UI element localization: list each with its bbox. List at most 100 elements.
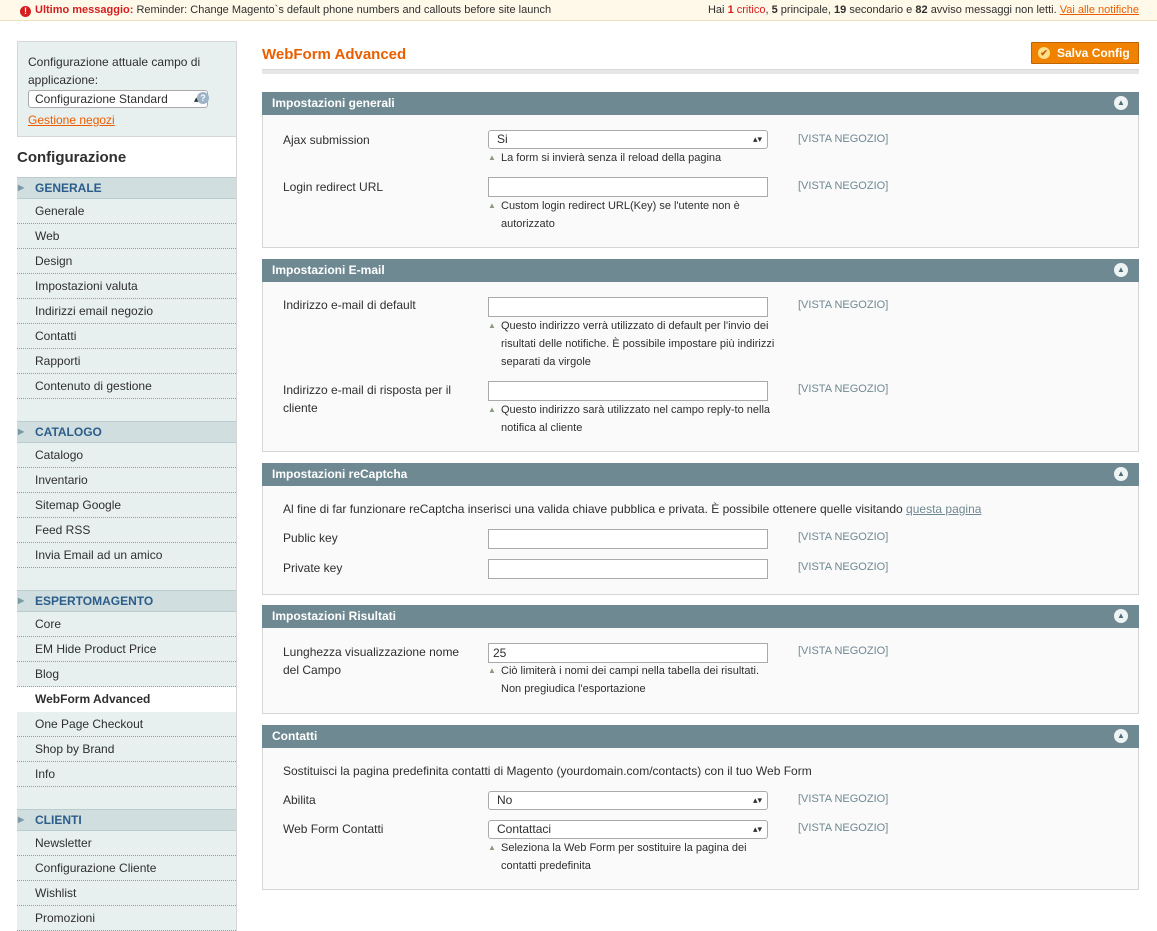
fieldset-header[interactable]: Impostazioni generali ▲ bbox=[262, 92, 1139, 115]
scope-select[interactable]: Configurazione Standard ▴▾ bbox=[28, 90, 208, 108]
public-key-input[interactable] bbox=[488, 529, 768, 549]
scope-badge: [VISTA NEGOZIO] bbox=[798, 793, 889, 805]
sidebar-title: Configurazione bbox=[17, 137, 237, 177]
reply-email-input[interactable] bbox=[488, 381, 768, 401]
nav-item-reports[interactable]: Rapporti bbox=[17, 349, 236, 374]
default-email-note-text: Questo indirizzo verrà utilizzato di def… bbox=[501, 320, 775, 368]
recaptcha-page-link[interactable]: questa pagina bbox=[906, 502, 981, 516]
login-redirect-label: Login redirect URL bbox=[283, 180, 384, 194]
nav-item-inventory[interactable]: Inventario bbox=[17, 468, 236, 493]
expand-triangle-icon: ▶ bbox=[18, 596, 25, 605]
save-config-button[interactable]: ✔ Salva Config bbox=[1031, 42, 1139, 64]
scope-badge: [VISTA NEGOZIO] bbox=[798, 822, 889, 834]
collapse-icon[interactable]: ▲ bbox=[1114, 96, 1128, 110]
notice-label: avviso messaggi non letti. bbox=[930, 4, 1057, 16]
nav-item-info[interactable]: Info bbox=[17, 762, 236, 787]
field-name-length-label: Lunghezza visualizzazione nome del Campo bbox=[283, 645, 460, 677]
go-to-notifications-link[interactable]: Vai alle notifiche bbox=[1060, 4, 1139, 16]
scope-badge: [VISTA NEGOZIO] bbox=[798, 645, 889, 657]
fieldset-general: Impostazioni generali ▲ Ajax submission … bbox=[262, 92, 1139, 248]
ajax-submission-select[interactable]: Si ▴▾ bbox=[488, 130, 768, 149]
fieldset-title: Impostazioni Risultati bbox=[272, 609, 397, 623]
field-note: ▲ Questo indirizzo verrà utilizzato di de… bbox=[488, 317, 778, 371]
nav-item-design[interactable]: Design bbox=[17, 249, 236, 274]
fieldset-body: Al fine di far funzionare reCaptcha inse… bbox=[262, 486, 1139, 595]
nav-item-rss[interactable]: Feed RSS bbox=[17, 518, 236, 543]
fieldset-contacts: Contatti ▲ Sostituisci la pagina predefi… bbox=[262, 725, 1139, 890]
nav-section-header[interactable]: ▶ CATALOGO bbox=[17, 421, 236, 443]
default-email-label: Indirizzo e-mail di default bbox=[283, 298, 416, 312]
latest-message-text: Reminder: Change Magento`s default phone… bbox=[136, 4, 552, 16]
nav-item-customer-config[interactable]: Configurazione Cliente bbox=[17, 856, 236, 881]
nav-item-sitemap[interactable]: Sitemap Google bbox=[17, 493, 236, 518]
latest-message: ! Ultimo messaggio: Reminder: Change Mage… bbox=[20, 0, 551, 20]
default-email-input[interactable] bbox=[488, 297, 768, 317]
fieldset-title: Impostazioni reCaptcha bbox=[272, 467, 408, 481]
save-config-label: Salva Config bbox=[1057, 46, 1130, 60]
login-note-text: Custom login redirect URL(Key) se l'uten… bbox=[501, 200, 740, 230]
fieldset-header[interactable]: Impostazioni Risultati ▲ bbox=[262, 605, 1139, 628]
minor-count: 19 bbox=[834, 4, 847, 16]
nav-section-header[interactable]: ▶ GENERALE bbox=[17, 177, 236, 199]
nav-section-catalogo: ▶ CATALOGO Catalogo Inventario Sitemap Go… bbox=[17, 421, 237, 590]
nav-section-title: ESPERTOMAGENTO bbox=[35, 594, 154, 608]
reply-email-label: Indirizzo e-mail di risposta per il clie… bbox=[283, 383, 452, 415]
fieldset-header[interactable]: Impostazioni E-mail ▲ bbox=[262, 259, 1139, 282]
fieldset-header[interactable]: Impostazioni reCaptcha ▲ bbox=[262, 463, 1139, 486]
nav-item-currency[interactable]: Impostazioni valuta bbox=[17, 274, 236, 299]
nav-item-core[interactable]: Core bbox=[17, 612, 236, 637]
nav-item-one-page-checkout[interactable]: One Page Checkout bbox=[17, 712, 236, 737]
collapse-icon[interactable]: ▲ bbox=[1114, 729, 1128, 743]
nav-section-header[interactable]: ▶ ESPERTOMAGENTO bbox=[17, 590, 236, 612]
enable-select[interactable]: No ▴▾ bbox=[488, 791, 768, 810]
notification-bar: ! Ultimo messaggio: Reminder: Change Mage… bbox=[0, 0, 1157, 21]
enable-value: No bbox=[497, 793, 513, 807]
nav-item-generale[interactable]: Generale bbox=[17, 199, 236, 224]
nav-item-shop-by-brand[interactable]: Shop by Brand bbox=[17, 737, 236, 762]
collapse-icon[interactable]: ▲ bbox=[1114, 263, 1128, 277]
login-redirect-input[interactable] bbox=[488, 177, 768, 197]
nav-item-wishlist[interactable]: Wishlist bbox=[17, 881, 236, 906]
nav-item-blog[interactable]: Blog bbox=[17, 662, 236, 687]
scope-badge: [VISTA NEGOZIO] bbox=[798, 531, 889, 543]
fieldset-body: Ajax submission Si ▴▾ [VISTA NEGOZIO] ▲ L… bbox=[262, 115, 1139, 248]
critical-label: critico bbox=[736, 4, 766, 16]
note-triangle-icon: ▲ bbox=[488, 843, 496, 852]
latest-message-label: Ultimo messaggio: bbox=[35, 4, 134, 16]
notice-count: 82 bbox=[915, 4, 928, 16]
field-note: ▲ Seleziona la Web Form per sostituire la… bbox=[488, 839, 778, 875]
help-icon[interactable]: ? bbox=[197, 92, 209, 104]
note-triangle-icon: ▲ bbox=[488, 153, 496, 162]
scope-label: Configurazione attuale campo di applicaz… bbox=[28, 55, 201, 87]
reply-email-note-text: Questo indirizzo sarà utilizzato nel cam… bbox=[501, 404, 771, 434]
nav-item-hide-price[interactable]: EM Hide Product Price bbox=[17, 637, 236, 662]
recaptcha-intro: Al fine di far funzionare reCaptcha inse… bbox=[283, 500, 981, 518]
nav-item-web[interactable]: Web bbox=[17, 224, 236, 249]
nav-section-header[interactable]: ▶ CLIENTI bbox=[17, 809, 236, 831]
collapse-icon[interactable]: ▲ bbox=[1114, 467, 1128, 481]
field-name-length-input[interactable]: 25 bbox=[488, 643, 768, 663]
nav-section-title: CATALOGO bbox=[35, 425, 102, 439]
nav-item-promotions[interactable]: Promozioni bbox=[17, 906, 236, 931]
nav-item-content-management[interactable]: Contenuto di gestione bbox=[17, 374, 236, 399]
fieldset-body: Indirizzo e-mail di default [VISTA NEGOZ… bbox=[262, 282, 1139, 452]
page-title: WebForm Advanced bbox=[262, 46, 407, 63]
contacts-webform-label: Web Form Contatti bbox=[283, 822, 384, 836]
contacts-webform-select[interactable]: Contattaci ▴▾ bbox=[488, 820, 768, 839]
contacts-webform-note-text: Seleziona la Web Form per sostituire la … bbox=[501, 842, 747, 872]
nav-item-contacts[interactable]: Contatti bbox=[17, 324, 236, 349]
collapse-icon[interactable]: ▲ bbox=[1114, 609, 1128, 623]
nav-item-catalog[interactable]: Catalogo bbox=[17, 443, 236, 468]
field-note: ▲ Custom login redirect URL(Key) se l'ute… bbox=[488, 197, 778, 233]
nav-item-webform-advanced[interactable]: WebForm Advanced bbox=[17, 687, 236, 712]
private-key-input[interactable] bbox=[488, 559, 768, 579]
manage-stores-link[interactable]: Gestione negozi bbox=[28, 111, 226, 129]
expand-triangle-icon: ▶ bbox=[18, 183, 25, 192]
fieldset-email: Impostazioni E-mail ▲ Indirizzo e-mail d… bbox=[262, 259, 1139, 452]
nav-item-store-emails[interactable]: Indirizzi email negozio bbox=[17, 299, 236, 324]
nav-item-newsletter[interactable]: Newsletter bbox=[17, 831, 236, 856]
fieldset-results: Impostazioni Risultati ▲ Lunghezza visua… bbox=[262, 605, 1139, 714]
nav-item-send-friend[interactable]: Invia Email ad un amico bbox=[17, 543, 236, 568]
fieldset-title: Contatti bbox=[272, 729, 318, 743]
fieldset-header[interactable]: Contatti ▲ bbox=[262, 725, 1139, 748]
